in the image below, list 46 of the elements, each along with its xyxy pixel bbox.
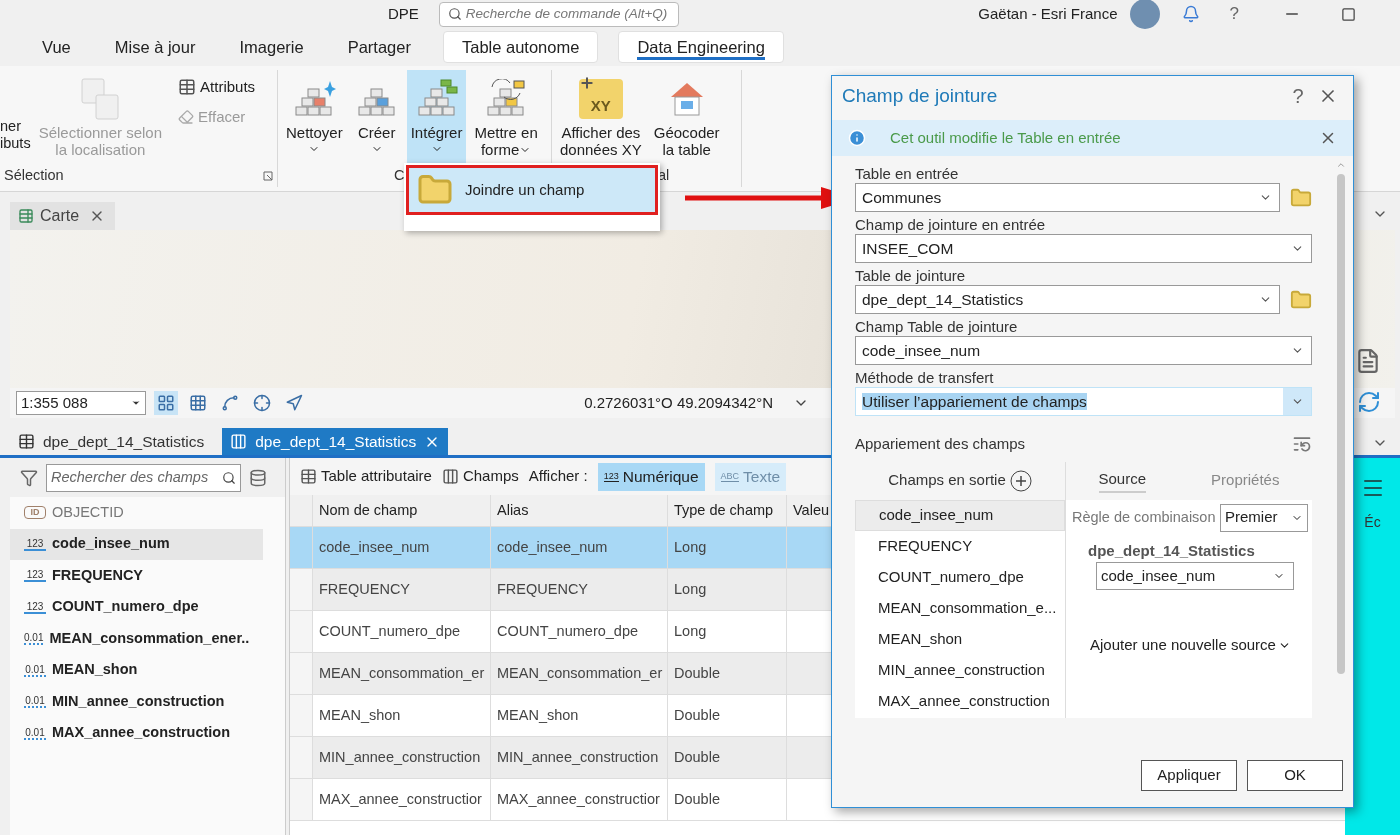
table-cell: Long: [667, 569, 786, 610]
coordinates: 0.2726031°O 49.2094342°N: [584, 392, 773, 413]
parameter-label: Méthode de transfert: [855, 368, 995, 387]
group-label: Sélection: [4, 166, 64, 186]
table-cell: FREQUENCY: [312, 569, 490, 610]
dialog-title: Champ de jointure: [842, 83, 999, 108]
table-cell: MIN_annee_construction: [312, 737, 490, 778]
table-cell: MEAN_shon: [312, 695, 490, 736]
table-cell: FREQUENCY: [490, 569, 667, 610]
column-header: Champs en sortie: [888, 470, 1006, 491]
table-cell: Double: [667, 695, 786, 736]
table-cell: MAX_annee_constructior: [312, 779, 490, 820]
group-label: C: [394, 166, 405, 186]
table-cell: MEAN_shon: [490, 695, 667, 736]
table-cell: code_insee_num: [312, 527, 490, 568]
tool-label: ibuts: [0, 135, 31, 152]
table-cell: Double: [667, 779, 786, 820]
table-cell: COUNT_numero_dpe: [490, 611, 667, 652]
column-header: Alias: [490, 495, 667, 526]
table-cell: Long: [667, 611, 786, 652]
table-cell: Double: [667, 737, 786, 778]
table-cell: MAX_annee_constructior: [490, 779, 667, 820]
table-cell: MEAN_consommation_er: [312, 653, 490, 694]
panel-label: Éc: [1364, 513, 1381, 532]
toolbar-label: Afficher :: [528, 466, 588, 487]
column-header: Type de champ: [667, 495, 786, 526]
tool-label: ner: [0, 118, 22, 135]
info-text: Cet outil modifie le Table en entrée: [890, 127, 1122, 148]
user-name: Gaëtan - Esri France: [978, 3, 1118, 24]
field-label: Règle de combinaison: [1072, 507, 1216, 527]
parameter-label: Table de jointure: [855, 266, 967, 285]
xy-map-icon: XY: [578, 79, 623, 119]
source-table-name: dpe_dept_14_Statistics: [1088, 540, 1256, 561]
table-cell: MEAN_consommation_er: [490, 653, 667, 694]
table-cell: Double: [667, 653, 786, 694]
section-title: Appariement des champs: [855, 434, 1026, 454]
parameter-label: Champ Table de jointure: [855, 317, 1019, 336]
table-cell: code_insee_num: [490, 527, 667, 568]
table-cell: MIN_annee_construction: [490, 737, 667, 778]
parameter-label: Champ de jointure en entrée: [855, 215, 1047, 234]
table-cell: COUNT_numero_dpe: [312, 611, 490, 652]
id-type-icon: ID: [24, 506, 46, 520]
table-cell: Long: [667, 527, 786, 568]
column-header: Nom de champ: [312, 495, 490, 526]
parameter-label: Table en entrée: [855, 164, 960, 183]
project-name: DPE: [388, 3, 419, 24]
